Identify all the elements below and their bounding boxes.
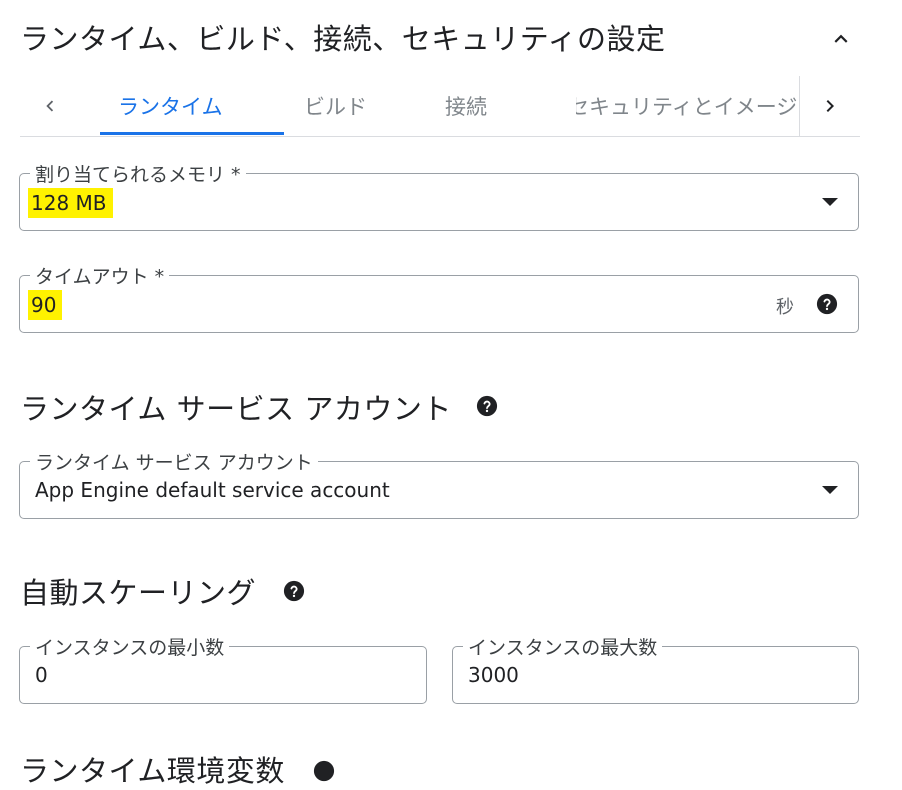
memory-label: 割り当てられるメモリ * <box>30 160 246 187</box>
tab-bar: ランタイム ビルド 接続 セキュリティとイメージ <box>20 76 860 137</box>
tab-scroll-left-button[interactable] <box>30 76 70 136</box>
collapse-button[interactable] <box>826 24 856 54</box>
tab-security[interactable]: セキュリティとイメージ <box>576 76 797 136</box>
memory-value: 128 MB <box>28 188 113 218</box>
max-instances-label: インスタンスの最大数 <box>463 633 663 660</box>
service-account-label: ランタイム サービス アカウント <box>30 448 318 475</box>
chevron-left-icon <box>46 100 54 112</box>
max-instances-field[interactable]: インスタンスの最大数 3000 <box>452 633 859 704</box>
timeout-unit: 秒 <box>776 297 794 318</box>
min-instances-label: インスタンスの最小数 <box>30 633 230 660</box>
service-account-select[interactable]: ランタイム サービス アカウント App Engine default serv… <box>19 448 859 519</box>
service-account-value: App Engine default service account <box>35 478 390 502</box>
dropdown-arrow-icon <box>822 198 838 206</box>
tab-scroll-right-button[interactable] <box>810 76 850 136</box>
tab-runtime[interactable]: ランタイム <box>118 76 223 136</box>
chevron-up-icon <box>834 34 848 43</box>
min-instances-value: 0 <box>35 663 48 687</box>
max-instances-value: 3000 <box>468 663 519 687</box>
tab-divider <box>799 76 800 136</box>
autoscaling-help-icon[interactable] <box>283 580 305 602</box>
tab-security-clip: セキュリティとイメージ <box>576 76 820 136</box>
timeout-field[interactable]: タイムアウト * 90 秒 <box>19 262 859 333</box>
memory-select[interactable]: 割り当てられるメモリ * 128 MB <box>19 160 859 231</box>
env-vars-help-icon[interactable] <box>313 760 335 782</box>
tab-build[interactable]: ビルド <box>304 76 367 136</box>
section-title: ランタイム、ビルド、接続、セキュリティの設定 <box>20 22 666 56</box>
timeout-label: タイムアウト * <box>30 262 170 289</box>
service-account-help-icon[interactable] <box>476 395 498 417</box>
active-tab-indicator <box>100 132 284 135</box>
autoscaling-heading: 自動スケーリング <box>20 576 257 610</box>
service-account-heading: ランタイム サービス アカウント <box>20 392 452 426</box>
env-vars-heading: ランタイム環境変数 <box>20 754 285 788</box>
timeout-value: 90 <box>28 290 63 320</box>
tab-connections[interactable]: 接続 <box>445 76 487 136</box>
min-instances-field[interactable]: インスタンスの最小数 0 <box>19 633 427 704</box>
help-icon[interactable] <box>816 293 838 315</box>
dropdown-arrow-icon <box>822 486 838 494</box>
chevron-right-icon <box>826 100 834 112</box>
